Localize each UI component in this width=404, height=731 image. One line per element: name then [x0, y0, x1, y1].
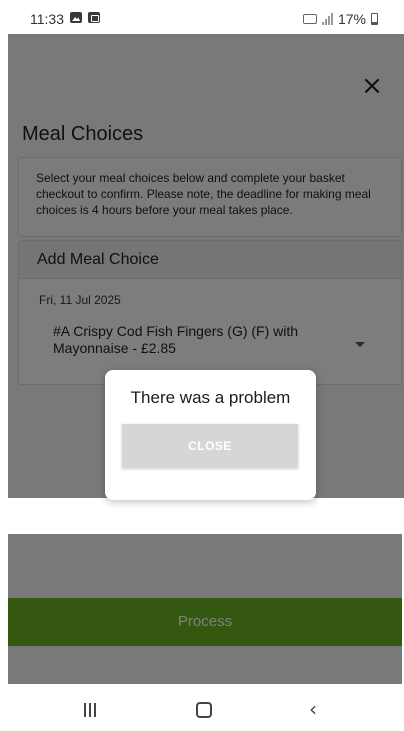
dialog-title: There was a problem	[130, 388, 291, 407]
status-bar: 11:33 17%	[0, 0, 404, 34]
modal-overlay-bottom[interactable]	[8, 534, 402, 684]
status-right: 17%	[302, 11, 378, 27]
status-time: 11:33	[30, 11, 64, 27]
battery-percent: 17%	[337, 11, 366, 27]
payment-icon	[88, 12, 100, 23]
gap-strip	[0, 498, 404, 534]
back-icon[interactable]: ‹	[309, 699, 317, 719]
dialog-close-button[interactable]: CLOSE	[122, 424, 298, 468]
signal-icon	[321, 13, 333, 25]
recents-icon[interactable]	[84, 703, 96, 717]
vowifi-icon	[302, 14, 317, 24]
battery-icon	[371, 13, 378, 25]
photo-icon	[70, 12, 82, 23]
android-nav-bar: ‹	[0, 684, 404, 731]
home-icon[interactable]	[196, 702, 212, 718]
error-dialog: There was a problem CLOSE	[105, 370, 316, 500]
